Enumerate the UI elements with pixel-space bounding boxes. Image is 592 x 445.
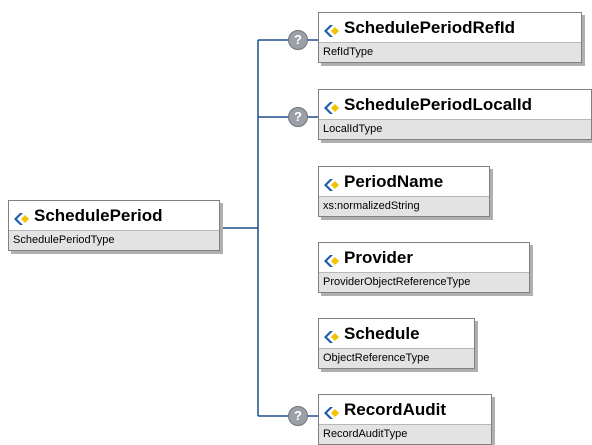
child-element-periodname[interactable]: PeriodName xs:normalizedString bbox=[318, 166, 490, 217]
element-name: PeriodName bbox=[344, 171, 444, 191]
element-icon bbox=[324, 176, 340, 191]
element-icon bbox=[324, 404, 340, 419]
element-icon bbox=[324, 328, 340, 343]
element-name: SchedulePeriodLocalId bbox=[344, 94, 532, 114]
element-name: SchedulePeriodRefId bbox=[344, 17, 515, 37]
optional-icon: ? bbox=[288, 406, 308, 426]
child-element-schedule[interactable]: Schedule ObjectReferenceType bbox=[318, 318, 475, 369]
element-type: RecordAuditType bbox=[319, 424, 491, 444]
element-name: Schedule bbox=[344, 323, 420, 343]
optional-icon: ? bbox=[288, 30, 308, 50]
element-type: ObjectReferenceType bbox=[319, 348, 474, 368]
child-element-scheduleperiodlocalid[interactable]: SchedulePeriodLocalId LocalIdType bbox=[318, 89, 592, 140]
root-element[interactable]: SchedulePeriod SchedulePeriodType bbox=[8, 200, 220, 251]
element-name: Provider bbox=[344, 247, 413, 267]
root-name: SchedulePeriod bbox=[34, 205, 163, 225]
element-type: RefIdType bbox=[319, 42, 581, 62]
element-type: ProviderObjectReferenceType bbox=[319, 272, 529, 292]
child-element-scheduleperiodrefid[interactable]: SchedulePeriodRefId RefIdType bbox=[318, 12, 582, 63]
child-element-provider[interactable]: Provider ProviderObjectReferenceType bbox=[318, 242, 530, 293]
root-type: SchedulePeriodType bbox=[9, 230, 219, 250]
element-type: LocalIdType bbox=[319, 119, 591, 139]
element-icon bbox=[324, 252, 340, 267]
element-icon bbox=[324, 99, 340, 114]
element-icon bbox=[324, 22, 340, 37]
optional-icon: ? bbox=[288, 107, 308, 127]
element-name: RecordAudit bbox=[344, 399, 446, 419]
element-icon bbox=[14, 210, 30, 225]
child-element-recordaudit[interactable]: RecordAudit RecordAuditType bbox=[318, 394, 492, 445]
element-type: xs:normalizedString bbox=[319, 196, 489, 216]
